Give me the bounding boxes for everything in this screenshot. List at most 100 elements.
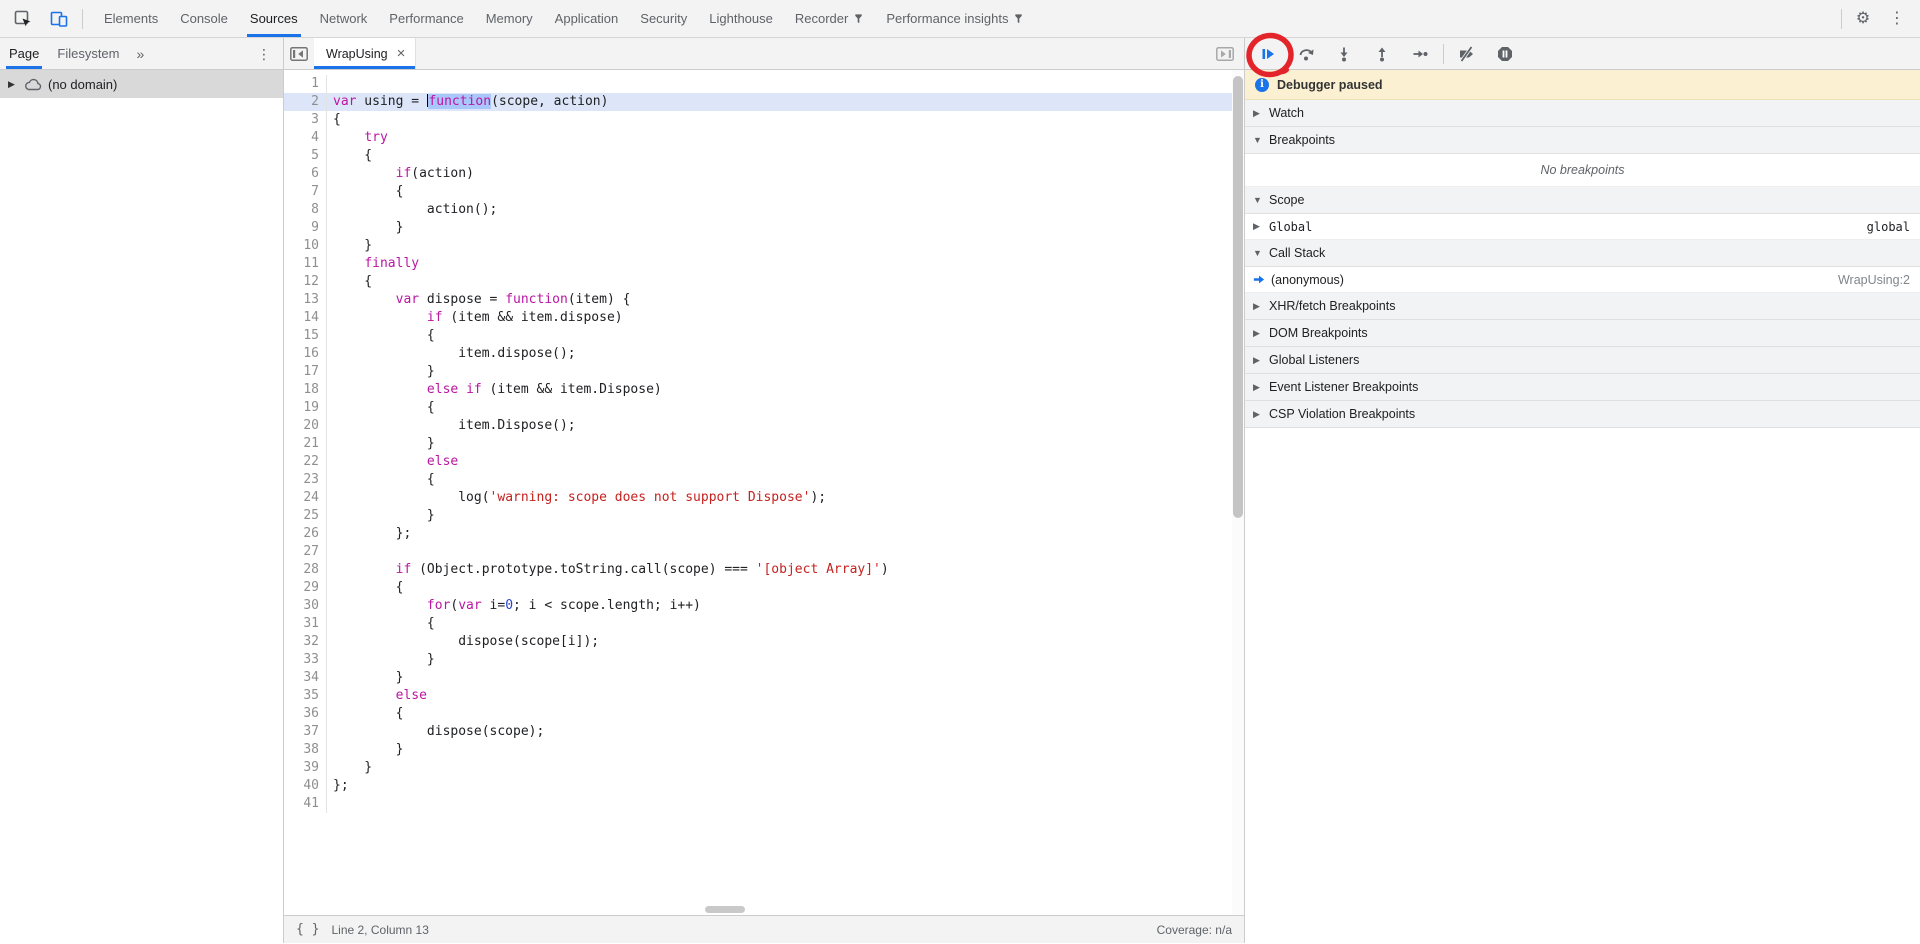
- line-number-gutter[interactable]: 2: [284, 93, 327, 111]
- step-button[interactable]: [1405, 41, 1435, 67]
- line-number-gutter[interactable]: 19: [284, 399, 327, 417]
- section-header-global-listeners[interactable]: ▶Global Listeners: [1245, 347, 1920, 374]
- line-number-gutter[interactable]: 38: [284, 741, 327, 759]
- line-number-gutter[interactable]: 20: [284, 417, 327, 435]
- line-number-gutter[interactable]: 28: [284, 561, 327, 579]
- section-header-watch[interactable]: ▶Watch: [1245, 100, 1920, 127]
- code-text[interactable]: finally: [327, 255, 419, 273]
- resume-script-execution-button[interactable]: [1253, 41, 1283, 67]
- code-text[interactable]: for(var i=0; i < scope.length; i++): [327, 597, 701, 615]
- code-text[interactable]: {: [327, 273, 372, 291]
- code-text[interactable]: {: [327, 471, 435, 489]
- settings-gear-icon[interactable]: ⚙: [1850, 6, 1876, 32]
- section-header-call-stack[interactable]: ▼Call Stack: [1245, 240, 1920, 267]
- code-text[interactable]: {: [327, 183, 403, 201]
- line-number-gutter[interactable]: 30: [284, 597, 327, 615]
- navigator-kebab-icon[interactable]: ⋮: [245, 38, 283, 69]
- line-number-gutter[interactable]: 10: [284, 237, 327, 255]
- pause-on-exceptions-button[interactable]: [1490, 41, 1520, 67]
- code-text[interactable]: }: [327, 237, 372, 255]
- line-number-gutter[interactable]: 36: [284, 705, 327, 723]
- line-number-gutter[interactable]: 34: [284, 669, 327, 687]
- code-text[interactable]: }: [327, 651, 435, 669]
- more-tabs-chevron[interactable]: »: [129, 38, 153, 69]
- code-text[interactable]: };: [327, 525, 411, 543]
- code-editor[interactable]: 12var using = function(scope, action)3{4…: [284, 70, 1244, 915]
- line-number-gutter[interactable]: 4: [284, 129, 327, 147]
- tab-sources[interactable]: Sources: [239, 0, 309, 37]
- code-text[interactable]: else: [327, 687, 427, 705]
- close-tab-icon[interactable]: ×: [397, 45, 406, 62]
- line-number-gutter[interactable]: 29: [284, 579, 327, 597]
- navigator-tab-filesystem[interactable]: Filesystem: [48, 38, 128, 69]
- line-number-gutter[interactable]: 35: [284, 687, 327, 705]
- code-text[interactable]: }: [327, 669, 403, 687]
- line-number-gutter[interactable]: 26: [284, 525, 327, 543]
- code-text[interactable]: }: [327, 741, 403, 759]
- expand-arrow-icon[interactable]: ▶: [8, 79, 18, 90]
- code-text[interactable]: else if (item && item.Dispose): [327, 381, 662, 399]
- line-number-gutter[interactable]: 9: [284, 219, 327, 237]
- line-number-gutter[interactable]: 41: [284, 795, 327, 813]
- deactivate-breakpoints-button[interactable]: [1452, 41, 1482, 67]
- line-number-gutter[interactable]: 15: [284, 327, 327, 345]
- line-number-gutter[interactable]: 32: [284, 633, 327, 651]
- code-text[interactable]: if (item && item.dispose): [327, 309, 623, 327]
- line-number-gutter[interactable]: 16: [284, 345, 327, 363]
- line-number-gutter[interactable]: 14: [284, 309, 327, 327]
- code-text[interactable]: dispose(scope);: [327, 723, 544, 741]
- code-text[interactable]: {: [327, 399, 435, 417]
- line-number-gutter[interactable]: 23: [284, 471, 327, 489]
- section-header-csp-violation-breakpoints[interactable]: ▶CSP Violation Breakpoints: [1245, 401, 1920, 428]
- line-number-gutter[interactable]: 7: [284, 183, 327, 201]
- scope-row-global[interactable]: ▶Globalglobal: [1245, 214, 1920, 240]
- frame-location[interactable]: WrapUsing:2: [1838, 273, 1910, 287]
- code-text[interactable]: else: [327, 453, 458, 471]
- code-text[interactable]: try: [327, 129, 388, 147]
- code-text[interactable]: }: [327, 759, 372, 777]
- tab-memory[interactable]: Memory: [475, 0, 544, 37]
- code-text[interactable]: {: [327, 327, 435, 345]
- code-text[interactable]: }: [327, 219, 403, 237]
- code-text[interactable]: {: [327, 579, 403, 597]
- tree-item-no-domain[interactable]: ▶ (no domain): [0, 70, 283, 98]
- tab-console[interactable]: Console: [169, 0, 239, 37]
- code-text[interactable]: [327, 75, 333, 93]
- line-number-gutter[interactable]: 17: [284, 363, 327, 381]
- hide-navigator-icon[interactable]: [284, 41, 314, 67]
- line-number-gutter[interactable]: 5: [284, 147, 327, 165]
- line-number-gutter[interactable]: 11: [284, 255, 327, 273]
- tab-performance-insights[interactable]: Performance insights: [875, 0, 1035, 37]
- section-header-event-listener-breakpoints[interactable]: ▶Event Listener Breakpoints: [1245, 374, 1920, 401]
- navigator-tab-page[interactable]: Page: [0, 38, 48, 69]
- line-number-gutter[interactable]: 39: [284, 759, 327, 777]
- tab-security[interactable]: Security: [629, 0, 698, 37]
- code-text[interactable]: item.dispose();: [327, 345, 576, 363]
- line-number-gutter[interactable]: 3: [284, 111, 327, 129]
- step-over-button[interactable]: [1291, 41, 1321, 67]
- line-number-gutter[interactable]: 8: [284, 201, 327, 219]
- line-number-gutter[interactable]: 24: [284, 489, 327, 507]
- tab-performance[interactable]: Performance: [378, 0, 474, 37]
- code-text[interactable]: action();: [327, 201, 497, 219]
- file-tab-wrapusing[interactable]: WrapUsing ×: [314, 38, 416, 69]
- code-text[interactable]: }: [327, 435, 435, 453]
- code-text[interactable]: {: [327, 615, 435, 633]
- line-number-gutter[interactable]: 13: [284, 291, 327, 309]
- code-text[interactable]: {: [327, 111, 341, 129]
- vertical-scrollbar[interactable]: [1232, 70, 1244, 915]
- code-text[interactable]: }: [327, 363, 435, 381]
- horizontal-scrollbar-thumb[interactable]: [705, 906, 745, 913]
- line-number-gutter[interactable]: 25: [284, 507, 327, 525]
- code-text[interactable]: if(action): [327, 165, 474, 183]
- code-text[interactable]: [327, 795, 333, 813]
- tab-recorder[interactable]: Recorder: [784, 0, 875, 37]
- code-text[interactable]: log('warning: scope does not support Dis…: [327, 489, 826, 507]
- step-out-button[interactable]: [1367, 41, 1397, 67]
- code-text[interactable]: [327, 543, 333, 561]
- section-header-dom-breakpoints[interactable]: ▶DOM Breakpoints: [1245, 320, 1920, 347]
- tab-lighthouse[interactable]: Lighthouse: [698, 0, 784, 37]
- line-number-gutter[interactable]: 18: [284, 381, 327, 399]
- line-number-gutter[interactable]: 37: [284, 723, 327, 741]
- tab-network[interactable]: Network: [309, 0, 379, 37]
